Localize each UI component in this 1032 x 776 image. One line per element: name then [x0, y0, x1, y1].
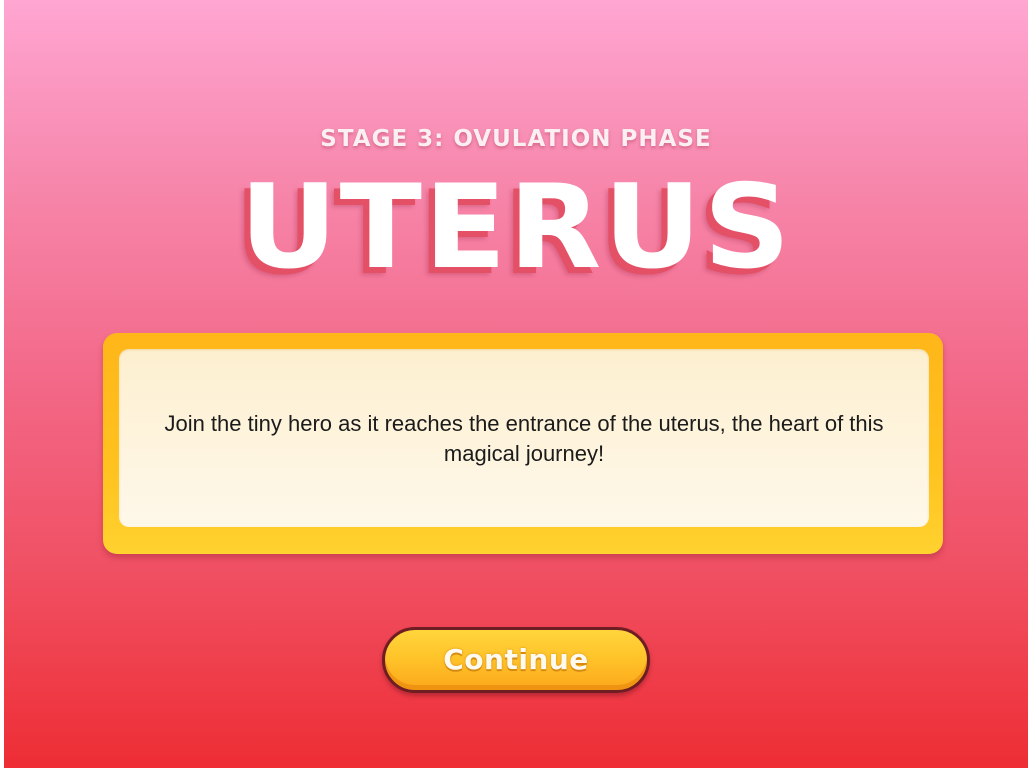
description-card-inner: Join the tiny hero as it reaches the ent… — [119, 349, 929, 527]
stage-label: STAGE 3: OVULATION PHASE — [320, 126, 712, 152]
description-text: Join the tiny hero as it reaches the ent… — [164, 411, 884, 466]
continue-button[interactable]: Continue — [382, 627, 650, 693]
level-title: UTERUS — [239, 160, 793, 295]
continue-button-label: Continue — [443, 642, 589, 676]
game-screen: STAGE 3: OVULATION PHASE UTERUS Join the… — [4, 0, 1028, 768]
description-card: Join the tiny hero as it reaches the ent… — [103, 333, 943, 554]
